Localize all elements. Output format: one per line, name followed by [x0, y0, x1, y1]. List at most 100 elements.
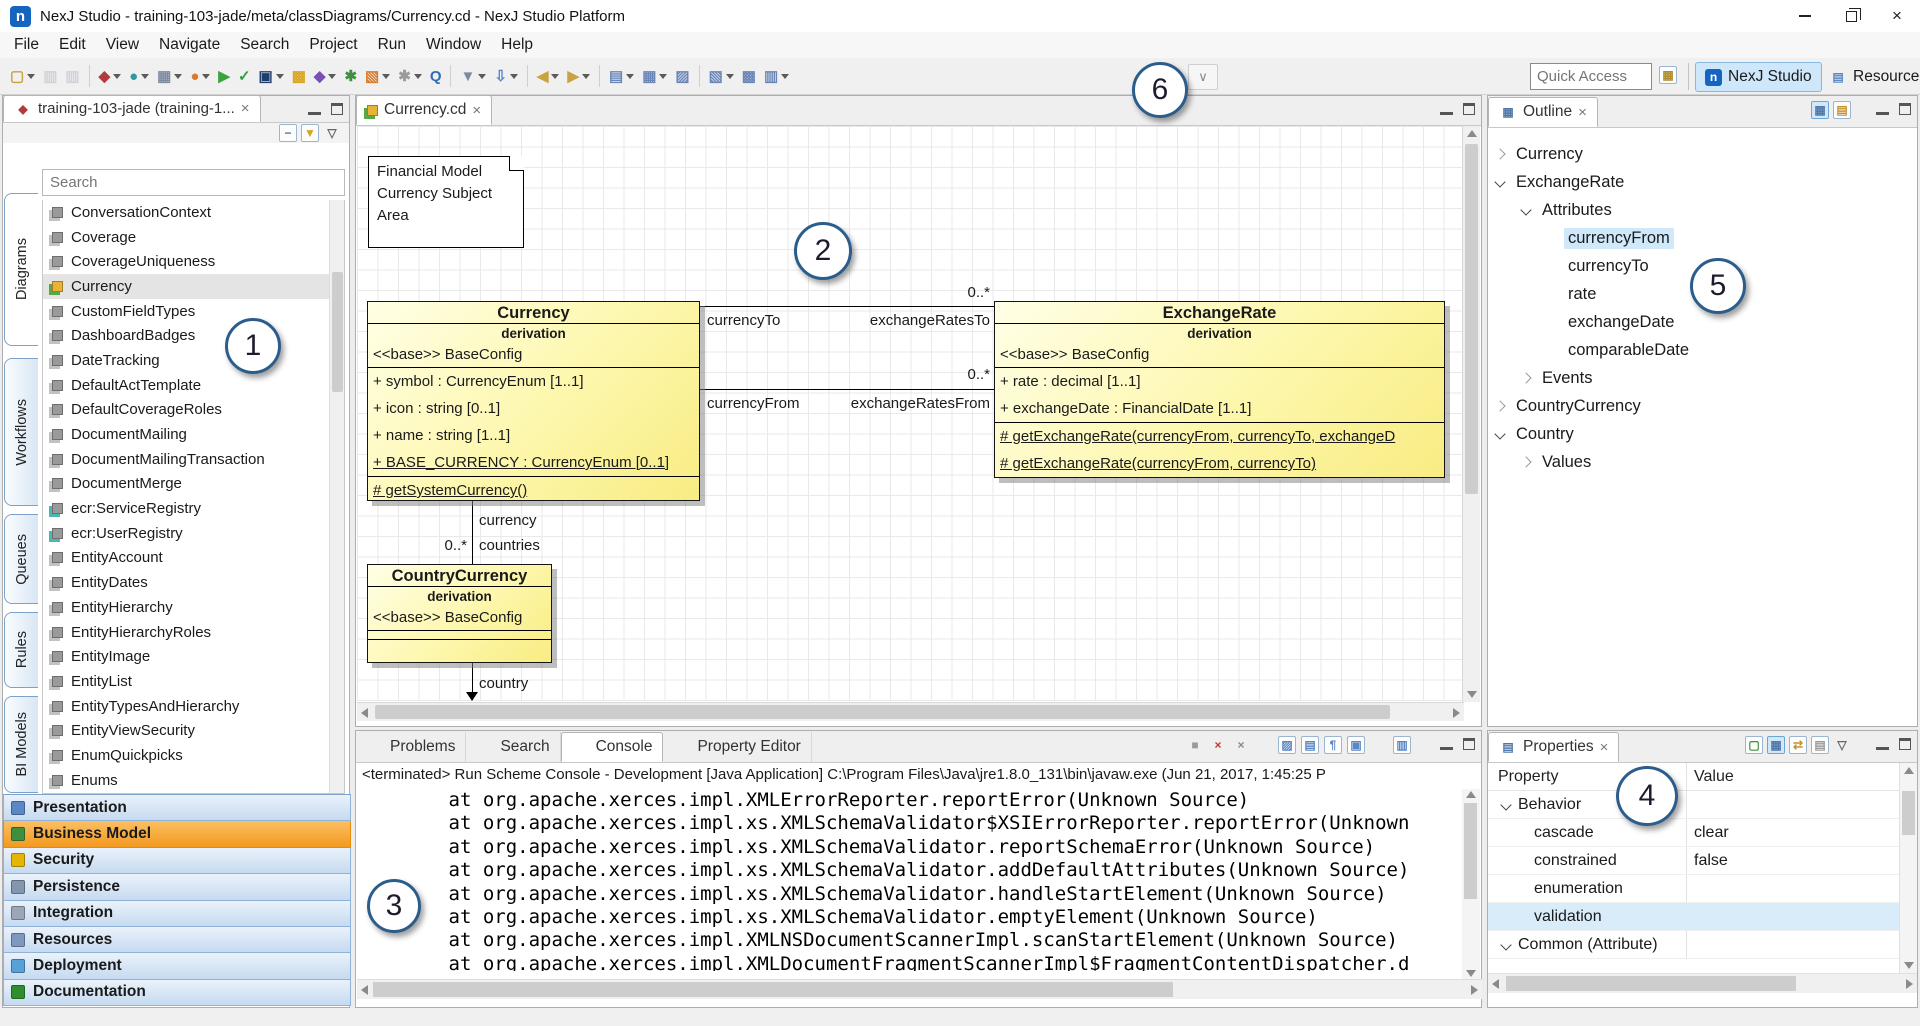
scroll-right-icon[interactable]: [1453, 708, 1460, 718]
scrollbar-thumb[interactable]: [375, 705, 1390, 719]
property-row[interactable]: cascade clear: [1488, 819, 1899, 847]
sidebar-section[interactable]: Persistence: [3, 874, 351, 900]
chevron-down-icon[interactable]: [1500, 939, 1511, 950]
scroll-right-icon[interactable]: [1471, 985, 1478, 995]
outline-toolbar-icon[interactable]: ▤: [1833, 101, 1851, 119]
list-item[interactable]: EntityViewSecurity: [43, 718, 344, 743]
console-vertical-scrollbar[interactable]: [1462, 789, 1480, 979]
list-item[interactable]: DashboardBadges: [43, 323, 344, 348]
sidebar-section[interactable]: Documentation: [3, 980, 351, 1006]
minimize-view-icon[interactable]: [1876, 747, 1889, 750]
dropdown-arrow-icon[interactable]: [382, 74, 390, 79]
console-area-tab[interactable]: Problems: [356, 732, 466, 762]
console-toolbar-icon[interactable]: ▤: [1301, 736, 1319, 754]
toolbar-icon[interactable]: ▼: [456, 62, 490, 90]
diagram-canvas[interactable]: Financial Model Currency Subject Area 0.…: [357, 126, 1464, 701]
list-item[interactable]: DefaultActTemplate: [43, 373, 344, 398]
list-item[interactable]: Coverage: [43, 225, 344, 250]
console-toolbar-icon[interactable]: ×: [1209, 736, 1227, 754]
minimize-view-icon[interactable]: [1876, 112, 1889, 115]
dropdown-arrow-icon[interactable]: [659, 74, 667, 79]
side-tab[interactable]: BI Models: [4, 696, 38, 793]
outline-tab[interactable]: ▦ Outline ×: [1488, 97, 1598, 127]
tree-item[interactable]: Country: [1488, 420, 1917, 448]
perspective-nexj-studio[interactable]: n NexJ Studio: [1695, 62, 1822, 92]
class-attribute[interactable]: + symbol : CurrencyEnum [1..1]: [368, 368, 699, 395]
property-row[interactable]: Behavior: [1488, 791, 1899, 819]
list-item[interactable]: DocumentMailingTransaction: [43, 447, 344, 472]
minimize-view-icon[interactable]: [1440, 112, 1453, 115]
navigator-scrollbar[interactable]: [329, 200, 344, 793]
toolbar-icon[interactable]: ▦: [638, 62, 671, 90]
toolbar-icon[interactable]: ▢: [6, 62, 39, 90]
class-attribute[interactable]: + exchangeDate : FinancialDate [1..1]: [995, 395, 1444, 422]
close-icon[interactable]: ×: [472, 102, 481, 119]
list-item[interactable]: EntityAccount: [43, 546, 344, 571]
list-item[interactable]: ecr:ServiceRegistry: [43, 496, 344, 521]
menu-item[interactable]: Navigate: [149, 32, 230, 58]
class-attribute[interactable]: + rate : decimal [1..1]: [995, 368, 1444, 395]
console-toolbar-icon[interactable]: ▣: [1347, 736, 1365, 754]
console-toolbar-icon[interactable]: ▥: [1393, 736, 1411, 754]
property-row[interactable]: constrained false: [1488, 847, 1899, 875]
scroll-down-icon[interactable]: [1467, 691, 1477, 698]
chevron-icon[interactable]: [1520, 204, 1531, 215]
scrollbar-thumb[interactable]: [1902, 791, 1915, 835]
list-item[interactable]: EntityHierarchy: [43, 595, 344, 620]
list-item[interactable]: EntityDates: [43, 570, 344, 595]
toolbar-icon[interactable]: ●: [186, 62, 214, 90]
dropdown-arrow-icon[interactable]: [414, 74, 422, 79]
console-toolbar-icon[interactable]: ▨: [1278, 736, 1296, 754]
dropdown-arrow-icon[interactable]: [551, 74, 559, 79]
console-output[interactable]: at org.apache.xerces.impl.XMLErrorReport…: [357, 789, 1463, 971]
toolbar-icon[interactable]: ▶: [214, 62, 234, 90]
toolbar-icon[interactable]: ●: [125, 62, 153, 90]
list-item[interactable]: EntityHierarchyRoles: [43, 620, 344, 645]
dropdown-arrow-icon[interactable]: [113, 74, 121, 79]
close-icon[interactable]: ×: [1578, 104, 1587, 121]
list-item[interactable]: Currency: [43, 274, 344, 299]
diagram-note[interactable]: Financial Model Currency Subject Area: [368, 156, 524, 248]
scrollbar-thumb[interactable]: [1464, 803, 1477, 899]
toolbar-icon[interactable]: ✓: [234, 62, 255, 90]
dropdown-arrow-icon[interactable]: [781, 74, 789, 79]
list-item[interactable]: DefaultCoverageRoles: [43, 398, 344, 423]
chevron-down-icon[interactable]: [1500, 799, 1511, 810]
console-toolbar-icon[interactable]: ¶: [1324, 736, 1342, 754]
list-item[interactable]: EntityTypesAndHierarchy: [43, 694, 344, 719]
toolbar-icon[interactable]: ▨: [671, 62, 693, 90]
dropdown-arrow-icon[interactable]: [276, 74, 284, 79]
console-toolbar-icon[interactable]: [1255, 736, 1273, 754]
properties-toolbar-icon[interactable]: ▦: [1767, 736, 1785, 754]
maximize-view-icon[interactable]: [1899, 103, 1911, 115]
dropdown-arrow-icon[interactable]: [510, 74, 518, 79]
toolbar-overflow-chevron[interactable]: ∨: [1188, 64, 1218, 90]
list-item[interactable]: EntityList: [43, 669, 344, 694]
list-item[interactable]: DocumentMerge: [43, 472, 344, 497]
close-button[interactable]: ×: [1874, 0, 1920, 32]
tree-item[interactable]: comparableDate: [1488, 336, 1917, 364]
console-area-tab[interactable]: Property Editor: [663, 732, 811, 762]
tree-item[interactable]: Attributes: [1488, 196, 1917, 224]
list-item[interactable]: CustomFieldTypes: [43, 299, 344, 324]
minimize-button[interactable]: [1782, 0, 1828, 32]
console-area-tab[interactable]: Search: [466, 732, 560, 762]
scroll-down-icon[interactable]: [1466, 970, 1476, 977]
sidebar-section[interactable]: Presentation: [3, 795, 351, 821]
toolbar-icon[interactable]: ▥: [61, 62, 83, 90]
list-item[interactable]: ConversationContext: [43, 200, 344, 225]
property-row[interactable]: Common (Attribute): [1488, 931, 1899, 959]
toolbar-icon[interactable]: ▤: [605, 62, 638, 90]
scrollbar-thumb[interactable]: [1506, 976, 1796, 991]
class-operation[interactable]: # getSystemCurrency(): [368, 477, 699, 501]
list-item[interactable]: CoverageUniqueness: [43, 249, 344, 274]
minimize-view-icon[interactable]: [1440, 747, 1453, 750]
scrollbar-thumb[interactable]: [373, 982, 1173, 997]
scroll-left-icon[interactable]: [361, 708, 368, 718]
toolbar-icon[interactable]: ◆: [95, 62, 126, 90]
tree-item[interactable]: CountryCurrency: [1488, 392, 1917, 420]
scroll-down-icon[interactable]: [1904, 962, 1914, 969]
class-box-currency[interactable]: Currency derivation <<base>> BaseConfig …: [367, 301, 700, 501]
maximize-view-icon[interactable]: [1463, 103, 1475, 115]
close-icon[interactable]: ×: [241, 100, 250, 117]
